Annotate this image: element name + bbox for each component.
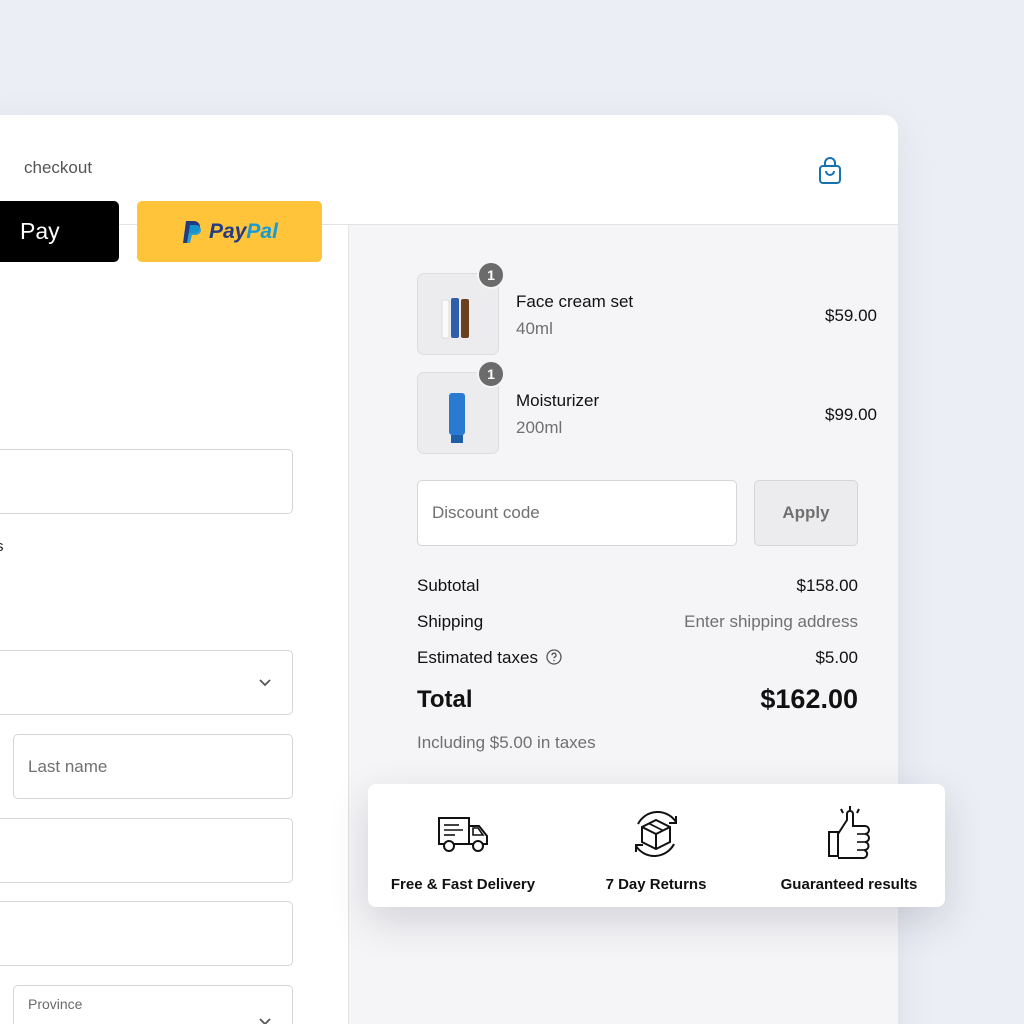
quantity-badge: 1 bbox=[477, 360, 505, 388]
total-label: Total bbox=[417, 686, 473, 713]
subtotal-value: $158.00 bbox=[796, 576, 858, 595]
taxes-row: Estimated taxes $5.00 bbox=[417, 648, 858, 672]
express-checkout-label: checkout bbox=[24, 158, 93, 177]
benefit-label: Free & Fast Delivery bbox=[390, 876, 536, 893]
item-variant: 200ml bbox=[516, 418, 563, 437]
paypal-wordmark: PayPal bbox=[209, 219, 278, 243]
chevron-down-icon bbox=[259, 1018, 271, 1024]
delivery-truck-icon bbox=[438, 817, 488, 852]
apple-pay-button[interactable]: Pay bbox=[0, 201, 119, 262]
cart-item: 1 Face cream set 40ml $59.00 bbox=[417, 261, 877, 355]
benefits-card: Free & Fast Delivery 7 Day Returns Guara… bbox=[368, 784, 945, 907]
apply-discount-button[interactable]: Apply bbox=[754, 480, 858, 546]
total-value: $162.00 bbox=[760, 684, 858, 714]
newsletter-label-fragment: s bbox=[0, 538, 4, 555]
checkout-header bbox=[0, 115, 898, 225]
benefit-guarantee: Guaranteed results bbox=[754, 784, 944, 907]
cart-item: 1 Moisturizer 200ml $99.00 bbox=[417, 360, 877, 454]
apple-pay-label: Pay bbox=[20, 218, 60, 244]
discount-code-field[interactable] bbox=[417, 480, 737, 546]
apartment-field[interactable] bbox=[0, 901, 293, 966]
thumbs-up-icon bbox=[828, 806, 870, 860]
last-name-field[interactable]: Last name bbox=[13, 734, 293, 799]
taxes-label: Estimated taxes bbox=[417, 648, 538, 667]
paypal-button[interactable]: PayPal bbox=[137, 201, 322, 262]
help-circle-icon[interactable] bbox=[546, 649, 562, 665]
subtotal-row: Subtotal $158.00 bbox=[417, 576, 858, 600]
returns-box-icon bbox=[635, 811, 677, 857]
benefit-delivery: Free & Fast Delivery bbox=[368, 784, 558, 907]
benefit-label: Guaranteed results bbox=[780, 876, 918, 893]
benefit-label: 7 Day Returns bbox=[605, 876, 707, 893]
shipping-row: Shipping Enter shipping address bbox=[417, 612, 858, 636]
benefit-returns: 7 Day Returns bbox=[561, 784, 751, 907]
item-price: $99.00 bbox=[825, 405, 877, 424]
last-name-placeholder: Last name bbox=[28, 757, 108, 776]
email-field[interactable] bbox=[0, 449, 293, 514]
shopping-bag-icon[interactable] bbox=[818, 157, 842, 185]
item-name: Moisturizer bbox=[516, 391, 600, 410]
quantity-badge: 1 bbox=[477, 261, 505, 289]
tax-note: Including $5.00 in taxes bbox=[417, 733, 596, 752]
address-field[interactable] bbox=[0, 818, 293, 883]
item-price: $59.00 bbox=[825, 306, 877, 325]
paypal-logo-icon bbox=[183, 220, 202, 243]
item-name: Face cream set bbox=[516, 292, 634, 311]
chevron-down-icon bbox=[259, 679, 271, 687]
province-select[interactable]: Province bbox=[13, 985, 293, 1024]
taxes-value: $5.00 bbox=[815, 648, 858, 667]
country-select[interactable] bbox=[0, 650, 293, 715]
shipping-label: Shipping bbox=[417, 612, 484, 631]
shipping-value: Enter shipping address bbox=[684, 612, 858, 631]
item-variant: 40ml bbox=[516, 319, 553, 338]
discount-code-input[interactable] bbox=[418, 481, 736, 545]
taxes-label-wrap: Estimated taxes bbox=[417, 648, 562, 668]
province-label: Province bbox=[28, 996, 83, 1012]
subtotal-label: Subtotal bbox=[417, 576, 480, 595]
